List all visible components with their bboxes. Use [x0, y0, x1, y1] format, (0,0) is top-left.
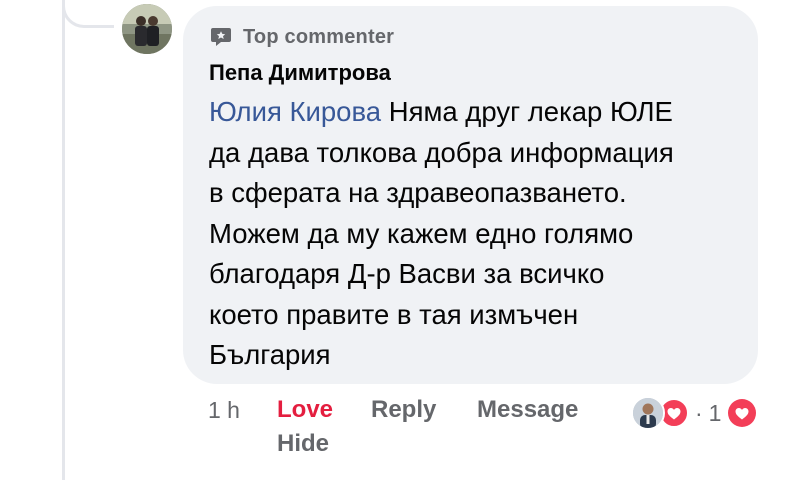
comment-thread: Top commenter Пепа Димитрова Юлия Кирова…: [0, 0, 800, 480]
commenter-badge-icon: [211, 28, 231, 46]
comment-author[interactable]: Пепа Димитрова: [209, 60, 391, 86]
reaction-summary[interactable]: · 1: [631, 395, 757, 431]
thread-line: [62, 0, 65, 480]
timestamp[interactable]: 1 h: [208, 397, 240, 424]
comment-line: което правите в тая измъчен: [209, 298, 579, 330]
hide-button[interactable]: Hide: [277, 430, 329, 458]
mention-link[interactable]: Юлия Кирова: [209, 96, 381, 127]
comment-line: Юлия Кирова Няма друг лекар ЮЛЕ: [209, 92, 749, 133]
top-commenter-badge[interactable]: Top commenter: [209, 24, 394, 50]
reactor-avatar: [631, 396, 665, 430]
comment-line-text: Няма друг лекар ЮЛЕ: [388, 96, 673, 127]
message-button[interactable]: Message: [477, 396, 578, 424]
badge-label: Top commenter: [243, 25, 395, 48]
comment-line: благодаря Д-р Васви за всичко: [209, 258, 605, 289]
reaction-count: 1: [708, 399, 722, 426]
reaction-separator: ·: [695, 399, 703, 426]
comment-body: Юлия Кирова Няма друг лекар ЮЛЕ да дава …: [209, 92, 749, 376]
love-button[interactable]: Love: [277, 396, 333, 424]
thread-connector: [62, 0, 114, 28]
love-reaction-icon: [728, 399, 757, 427]
comment-bubble: Top commenter Пепа Димитрова Юлия Кирова…: [183, 6, 758, 384]
avatar[interactable]: [122, 4, 172, 54]
reply-button[interactable]: Reply: [371, 396, 436, 424]
comment-line: да дава толкова добра информация: [209, 136, 674, 168]
comment-line: България: [209, 339, 331, 370]
comment-line: в сферата на здравеопазването.: [209, 177, 627, 208]
comment-line: Можем да му кажем едно голямо: [209, 217, 634, 249]
